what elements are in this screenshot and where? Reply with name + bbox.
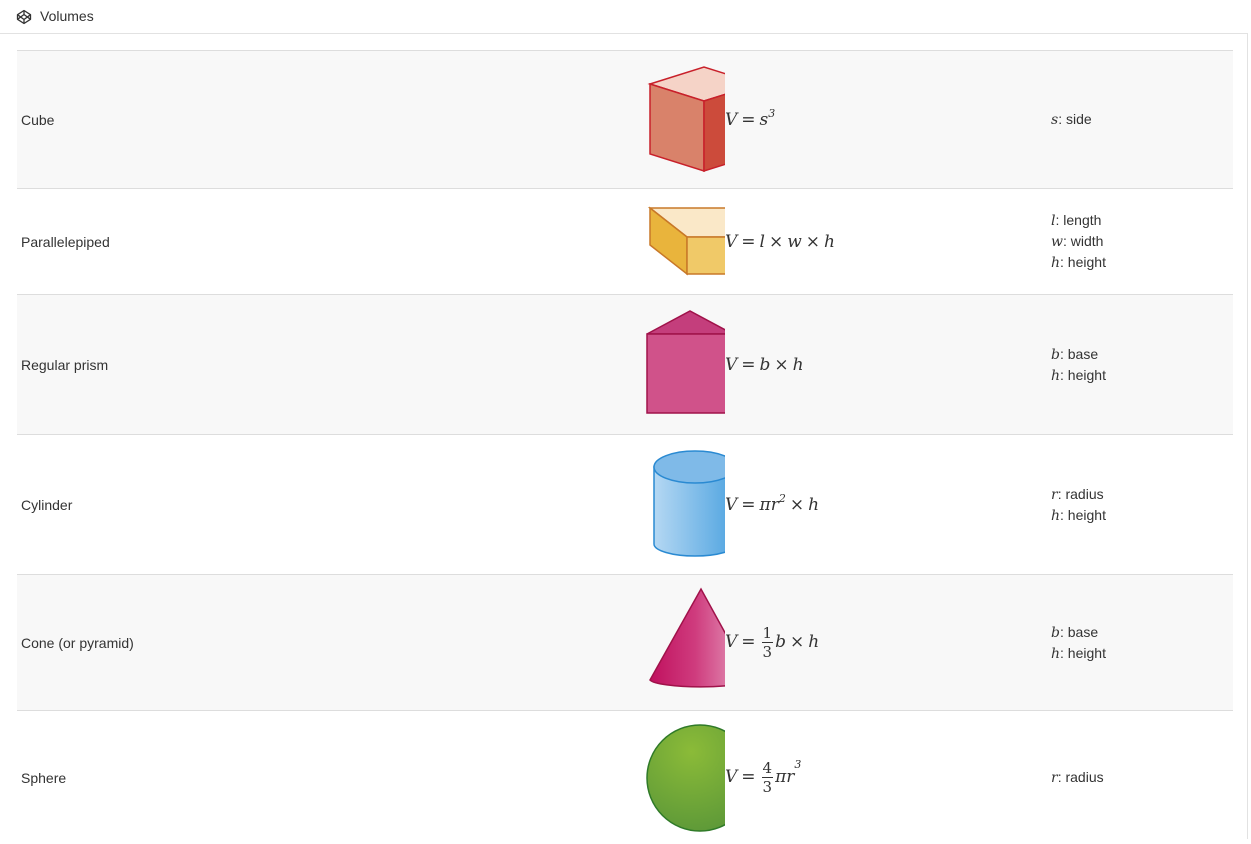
variable-list: s: side [1051, 51, 1233, 189]
variable-list: l: length w: width h: height [1051, 189, 1233, 295]
volume-formula: V=πr2×h [725, 495, 819, 515]
volume-formula: V=13b×h [725, 632, 819, 652]
variable-list: b: base h: height [1051, 295, 1233, 435]
codepen-icon [16, 9, 32, 25]
page-title: Volumes [40, 8, 94, 24]
cylinder-figure [325, 435, 725, 574]
shape-name: Regular prism [17, 295, 325, 435]
variable-list: r: radius h: height [1051, 435, 1233, 575]
cube-figure [325, 51, 725, 188]
shape-name: Parallelepiped [17, 189, 325, 295]
variable-list: r: radius [1051, 711, 1233, 844]
prism-figure [325, 295, 725, 434]
table-row-regular-prism: Regular prism V=b×h b: base h: height [17, 295, 1233, 435]
shape-name: Sphere [17, 711, 325, 844]
variable-list: b: base h: height [1051, 575, 1233, 711]
table-row-cube: Cube V=s3 s: side [17, 51, 1233, 189]
volume-formula: V=b×h [725, 355, 804, 375]
volumes-table: Cube V=s3 s: side Parallelepiped [17, 50, 1233, 844]
sphere-figure [325, 711, 725, 844]
frame-border [1247, 34, 1248, 839]
shape-name: Cone (or pyramid) [17, 575, 325, 711]
table-row-parallelepiped: Parallelepiped V=l×w×h l: length w: widt… [17, 189, 1233, 295]
volume-formula: V=43πr3 [725, 767, 801, 787]
page-header: Volumes [0, 0, 1248, 34]
shape-name: Cube [17, 51, 325, 189]
table-row-cone: Cone (or pyramid) V=13b×h b: base h: he [17, 575, 1233, 711]
shape-name: Cylinder [17, 435, 325, 575]
table-row-sphere: Sphere V=43πr3 r: radius [17, 711, 1233, 844]
parallelepiped-figure [325, 189, 725, 294]
volume-formula: V=s3 [725, 110, 775, 130]
cone-figure [325, 575, 725, 710]
volume-formula: V=l×w×h [725, 232, 835, 252]
table-row-cylinder: Cylinder V=πr2×h r: radius h: height [17, 435, 1233, 575]
